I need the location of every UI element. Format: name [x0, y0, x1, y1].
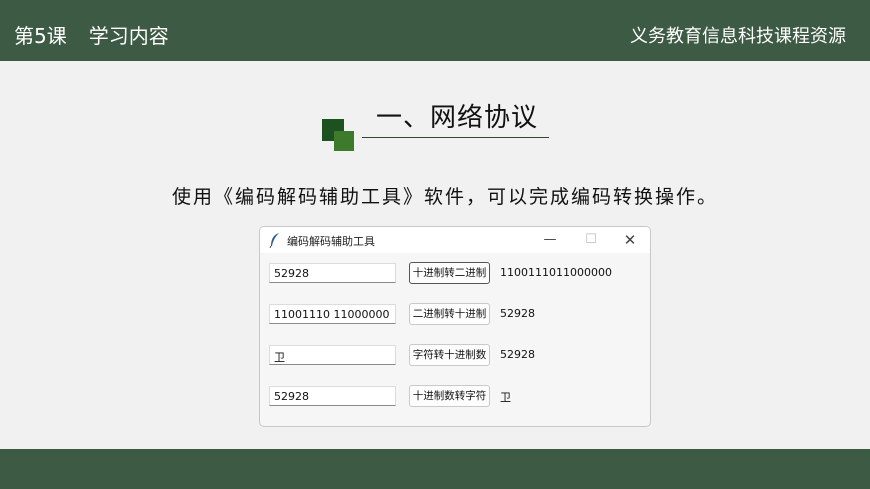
lesson-number: 第5课 — [14, 24, 67, 48]
feather-icon — [269, 233, 279, 248]
bottom-banner — [0, 449, 870, 489]
decimal-to-binary-button[interactable]: 十进制转二进制 — [409, 262, 490, 284]
title-underline — [362, 137, 549, 138]
close-button[interactable]: ✕ — [619, 230, 641, 250]
section-decoration — [322, 119, 356, 153]
top-banner: 第5课 学习内容 义务教育信息科技课程资源 — [0, 0, 870, 61]
maximize-button[interactable]: ☐ — [580, 230, 602, 250]
decimal-result: 52928 — [500, 307, 535, 320]
lesson-topic: 学习内容 — [88, 24, 169, 48]
binary-result: 1100111011000000 — [500, 266, 612, 279]
window-title: 编码解码辅助工具 — [287, 235, 375, 248]
intro-text: 使用《编码解码辅助工具》软件，可以完成编码转换操作。 — [172, 186, 719, 208]
decimal-to-char-button[interactable]: 十进制数转字符 — [409, 385, 490, 407]
course-brand: 义务教育信息科技课程资源 — [630, 26, 846, 47]
minimize-button[interactable]: — — [539, 230, 561, 250]
char-to-decimal-button[interactable]: 字符转十进制数 — [409, 344, 490, 366]
encoding-tool-window: 编码解码辅助工具 — ☐ ✕ 52928 十进制转二进制 11001110110… — [259, 226, 651, 427]
character-input[interactable]: 卫 — [269, 345, 396, 365]
decimal-input[interactable]: 52928 — [269, 263, 396, 283]
binary-to-decimal-button[interactable]: 二进制转十进制 — [409, 303, 490, 325]
binary-input[interactable]: 11001110 11000000 — [269, 304, 396, 324]
section-title: 一、网络协议 — [376, 103, 539, 133]
lesson-heading: 第5课 学习内容 — [14, 20, 169, 49]
code-input[interactable]: 52928 — [269, 386, 396, 406]
window-titlebar[interactable]: 编码解码辅助工具 — ☐ ✕ — [260, 227, 650, 253]
char-code-result: 52928 — [500, 348, 535, 361]
character-result: 卫 — [500, 391, 511, 404]
